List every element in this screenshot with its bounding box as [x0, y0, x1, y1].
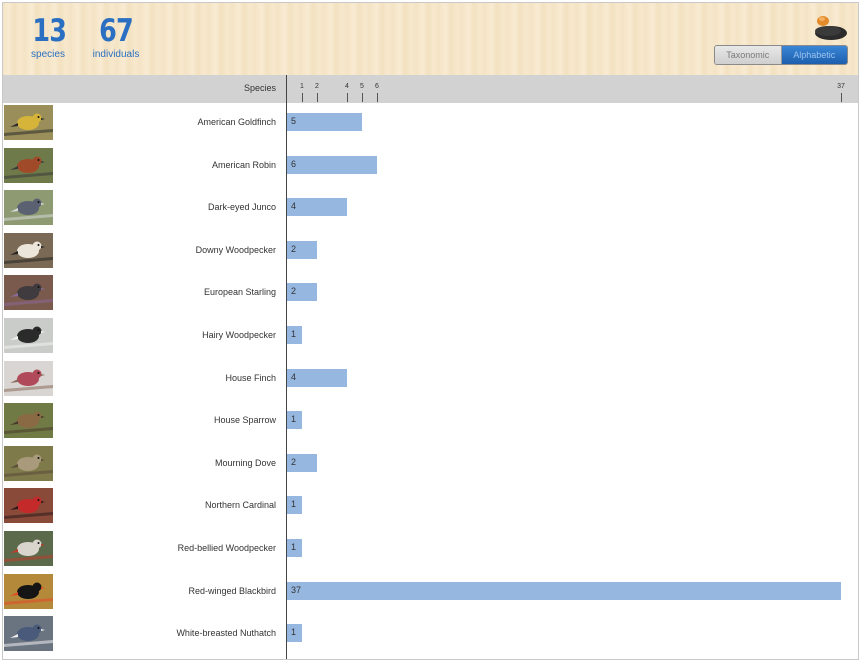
- species-row[interactable]: Mourning Dove 2: [3, 444, 858, 486]
- bird-photo-thumbnail[interactable]: [4, 488, 53, 524]
- species-row[interactable]: American Goldfinch 5: [3, 103, 858, 145]
- bird-tally-panel: 13 species 67 individuals Taxonomic Alph…: [2, 2, 859, 660]
- alphabetic-sort-button[interactable]: Alphabetic: [781, 46, 847, 64]
- species-row[interactable]: Dark-eyed Junco 4: [3, 188, 858, 230]
- species-name: House Finch: [225, 372, 276, 383]
- count-label: 5: [291, 116, 297, 126]
- summary-header: 13 species 67 individuals Taxonomic Alph…: [3, 3, 858, 75]
- x-tick-label: 5: [360, 83, 364, 90]
- species-row[interactable]: House Finch 4: [3, 359, 858, 401]
- sort-order-toggle[interactable]: Taxonomic Alphabetic: [714, 45, 848, 65]
- species-name: Red-bellied Woodpecker: [177, 543, 276, 553]
- species-name: Red-winged Blackbird: [188, 585, 276, 596]
- x-tick-label: 4: [345, 83, 349, 90]
- species-row[interactable]: Hairy Woodpecker 1: [3, 316, 858, 358]
- species-row[interactable]: House Sparrow 1: [3, 401, 858, 443]
- species-count: 13: [32, 13, 67, 49]
- y-axis-line: [286, 75, 287, 659]
- x-tick-label: 1: [300, 83, 304, 90]
- bird-photo-thumbnail[interactable]: [4, 232, 53, 268]
- count-label: 2: [291, 243, 297, 254]
- species-name: European Starling: [203, 287, 276, 298]
- species-row[interactable]: Downy Woodpecker 2: [3, 231, 858, 273]
- count-bar: [287, 113, 362, 131]
- bird-photo-thumbnail[interactable]: [4, 445, 53, 481]
- count-label: 1: [291, 414, 297, 425]
- count-bar: [287, 581, 841, 600]
- column-header: Species: [3, 75, 858, 103]
- species-name: Northern Cardinal: [204, 500, 276, 511]
- bird-photo-thumbnail[interactable]: [4, 105, 53, 140]
- species-stat: 13 species: [29, 13, 67, 61]
- x-tick-label: 6: [375, 83, 379, 90]
- species-row[interactable]: American Robin 6: [3, 146, 858, 188]
- count-label: 1: [291, 329, 297, 339]
- bird-photo-thumbnail[interactable]: [4, 531, 53, 566]
- bird-photo-thumbnail[interactable]: [4, 147, 53, 183]
- count-label: 1: [291, 542, 297, 552]
- count-bar: [287, 155, 377, 174]
- individuals-count: 67: [99, 13, 134, 49]
- species-name: House Sparrow: [213, 415, 276, 426]
- species-name: Dark-eyed Junco: [207, 202, 276, 213]
- species-row[interactable]: Northern Cardinal 1: [3, 486, 858, 528]
- species-row[interactable]: White-breasted Nuthatch 1: [3, 614, 858, 656]
- bird-photo-thumbnail[interactable]: [4, 360, 53, 396]
- count-label: 1: [291, 499, 297, 510]
- individuals-stat: 67 individuals: [92, 13, 140, 61]
- count-label: 2: [291, 286, 297, 297]
- taxonomic-sort-button[interactable]: Taxonomic: [715, 46, 782, 64]
- species-name: Hairy Woodpecker: [202, 330, 276, 340]
- species-label: species: [31, 49, 65, 60]
- logo-icon: [811, 11, 847, 43]
- species-name: Downy Woodpecker: [195, 244, 276, 255]
- x-tick-label: 37: [837, 83, 845, 90]
- species-name: White-breasted Nuthatch: [176, 628, 276, 639]
- x-tick-label: 2: [315, 83, 319, 90]
- x-tick-mark: [302, 93, 303, 102]
- count-label: 37: [291, 584, 302, 595]
- bird-photo-thumbnail[interactable]: [4, 403, 53, 439]
- species-name: American Goldfinch: [197, 117, 276, 127]
- species-row[interactable]: Red-bellied Woodpecker 1: [3, 529, 858, 571]
- count-label: 2: [291, 456, 297, 467]
- bird-photo-thumbnail[interactable]: [4, 190, 53, 226]
- species-row[interactable]: European Starling 2: [3, 273, 858, 315]
- species-name: Mourning Dove: [214, 457, 276, 468]
- individuals-label: individuals: [92, 49, 140, 60]
- species-column-header: Species: [243, 83, 276, 93]
- bird-photo-thumbnail[interactable]: [4, 275, 53, 311]
- species-row[interactable]: Red-winged Blackbird 37: [3, 572, 858, 614]
- bird-photo-thumbnail[interactable]: [4, 318, 53, 353]
- horizontal-scrollbar[interactable]: [3, 659, 208, 660]
- x-tick-mark: [841, 93, 842, 102]
- count-label: 1: [291, 627, 297, 638]
- bird-photo-thumbnail[interactable]: [4, 573, 53, 609]
- x-tick-mark: [377, 93, 378, 102]
- x-tick-mark: [317, 93, 318, 102]
- count-label: 6: [291, 158, 297, 169]
- species-name: American Robin: [211, 159, 276, 170]
- count-label: 4: [291, 201, 297, 212]
- count-label: 4: [291, 371, 297, 382]
- x-tick-mark: [362, 93, 363, 102]
- bird-photo-thumbnail[interactable]: [4, 616, 53, 652]
- x-tick-mark: [347, 93, 348, 102]
